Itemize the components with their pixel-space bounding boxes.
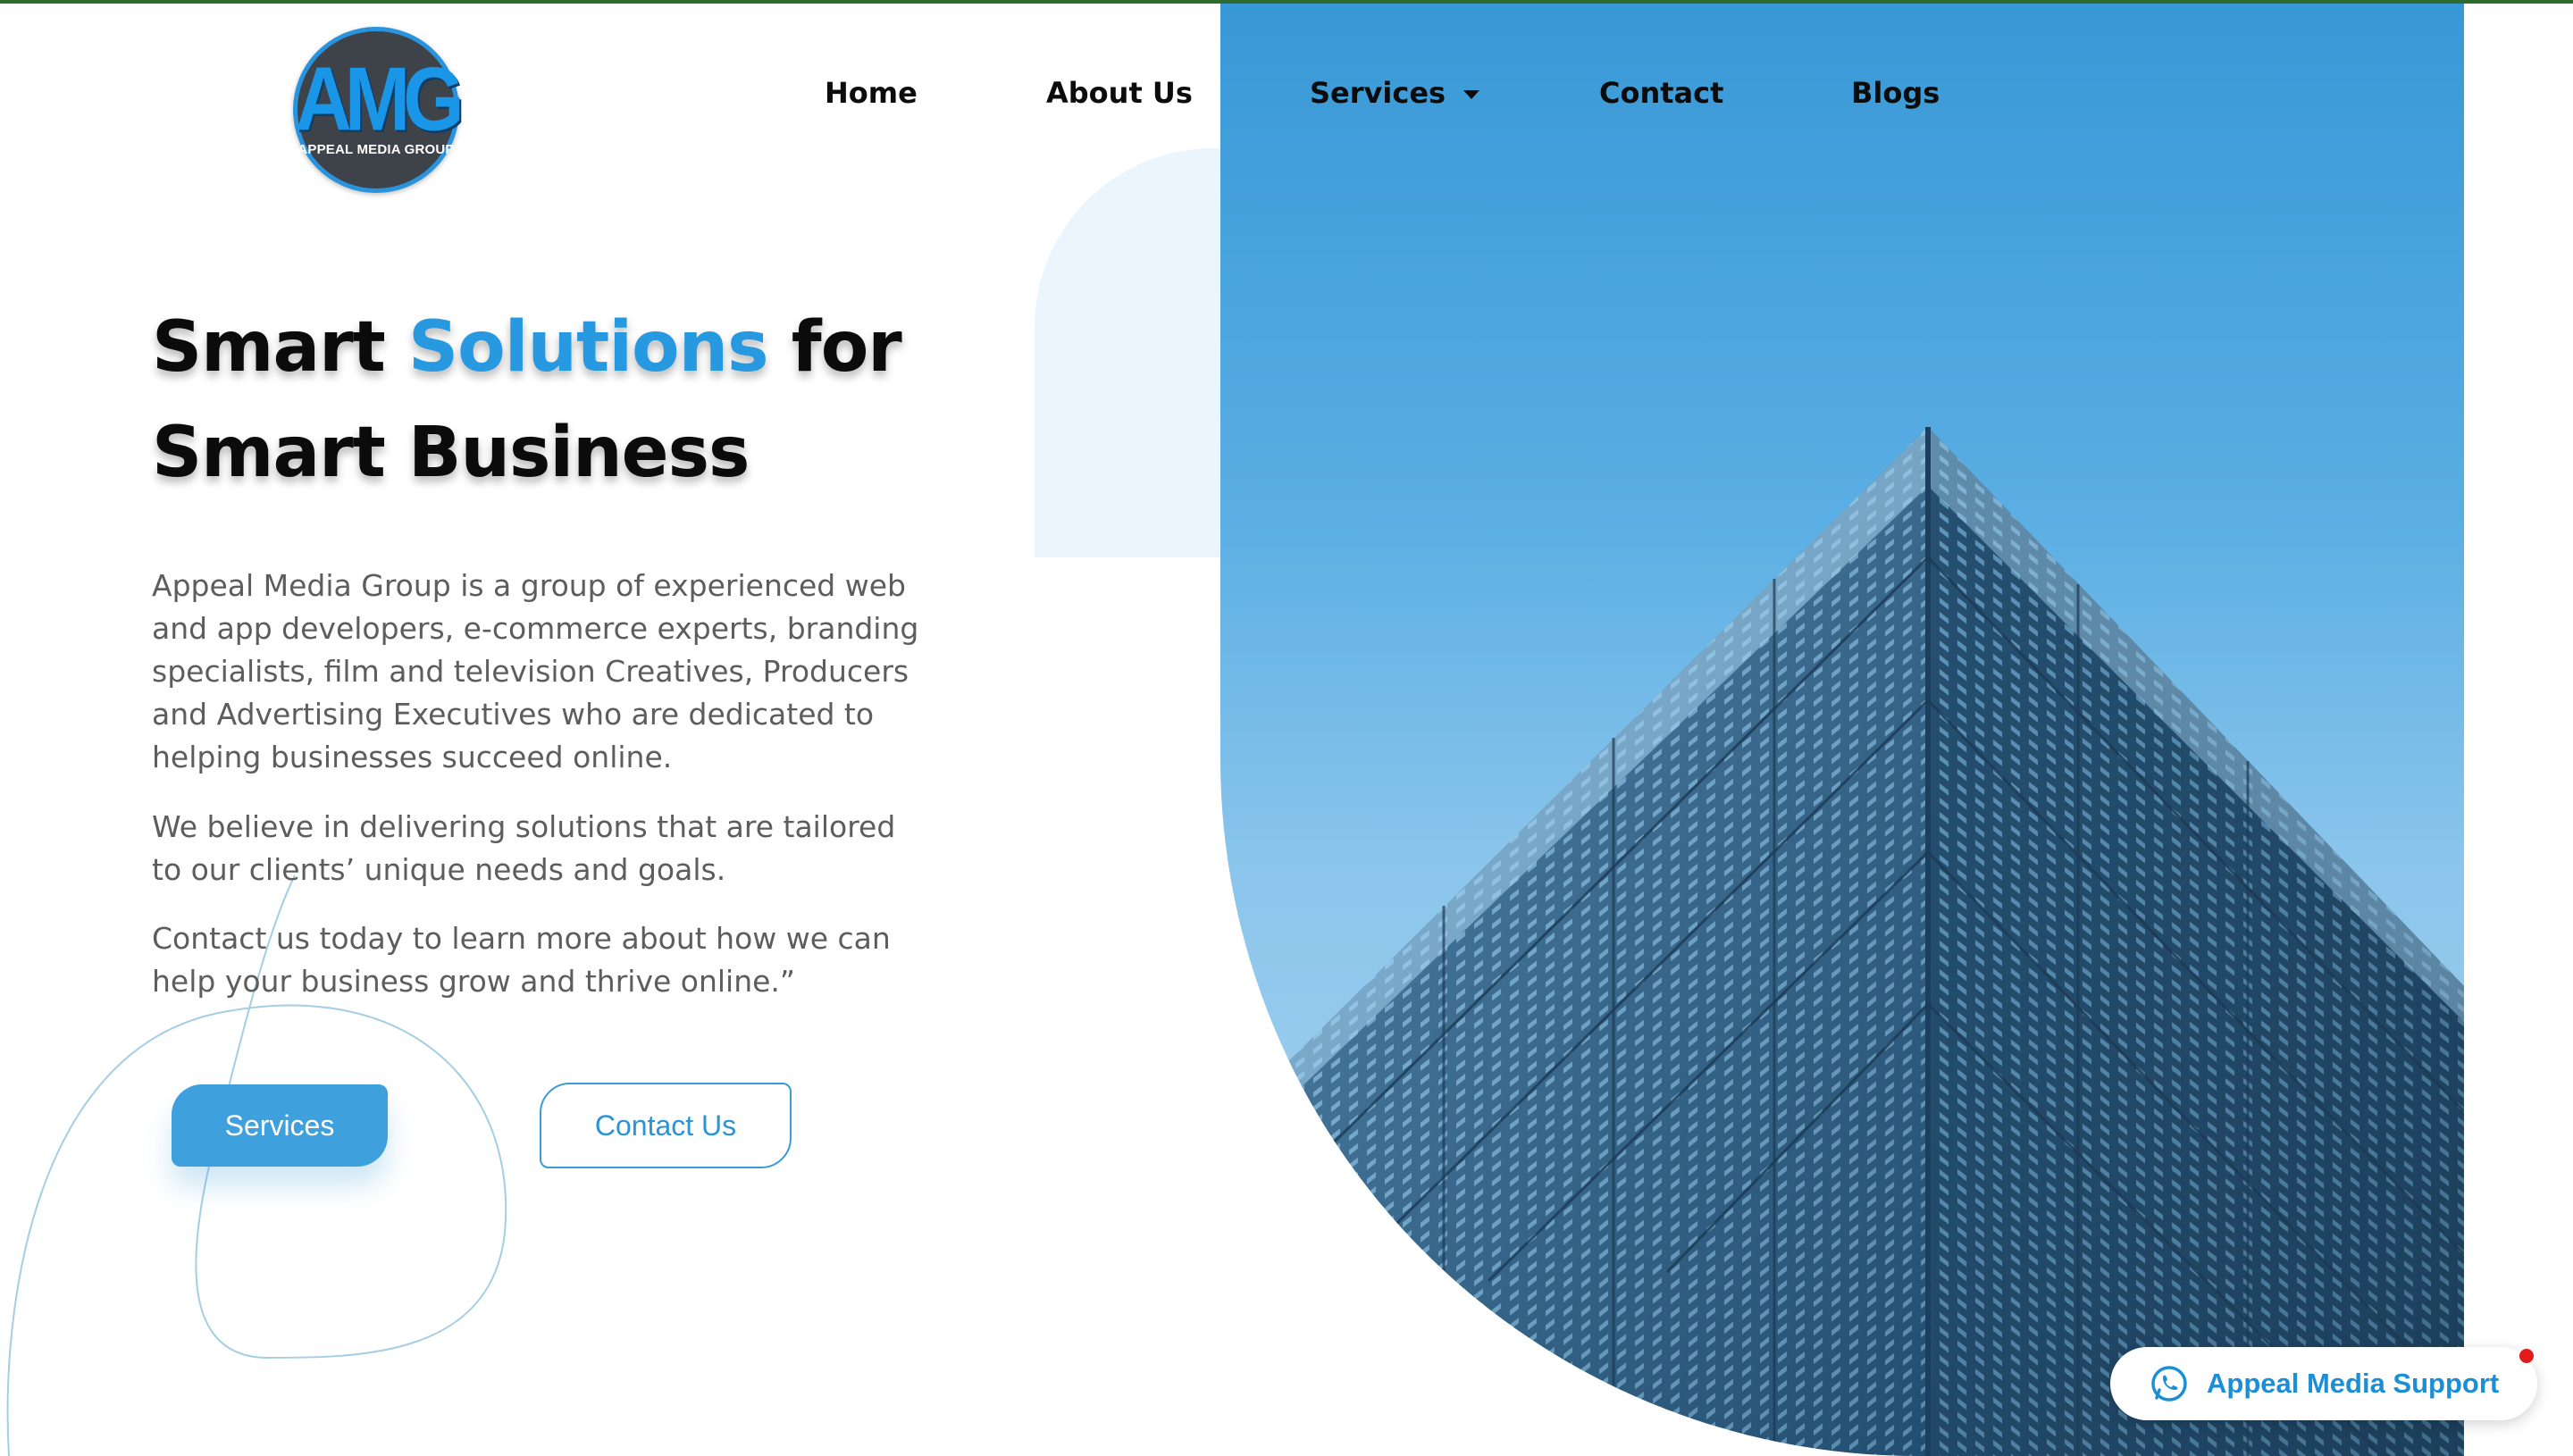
hero-image: [1220, 4, 2464, 1456]
headline-accent: Solutions: [408, 307, 769, 388]
decorative-blob: [1035, 148, 1231, 557]
hero-paragraph-1: Appeal Media Group is a group of experie…: [152, 568, 919, 774]
headline-line2: Smart Business: [152, 413, 750, 493]
notification-dot: [2518, 1347, 2535, 1365]
nav-services-label: Services: [1310, 76, 1446, 110]
logo-mark: AMG: [295, 47, 464, 149]
nav-home[interactable]: Home: [825, 71, 918, 114]
hero-headline: Smart Solutions for Smart Business: [152, 295, 1010, 506]
hero-paragraph-2: We believe in delivering solutions that …: [152, 809, 896, 887]
nav-services[interactable]: Services: [1310, 71, 1480, 114]
nav-blogs[interactable]: Blogs: [1851, 71, 1940, 114]
support-chat-button[interactable]: Appeal Media Support: [2110, 1347, 2537, 1420]
hero-paragraph-3: Contact us today to learn more about how…: [152, 921, 891, 999]
brand-logo[interactable]: AMG APPEAL MEDIA GROUP: [293, 27, 465, 193]
services-button[interactable]: Services: [172, 1084, 388, 1167]
nav-about-us[interactable]: About Us: [1046, 71, 1193, 114]
headline-part2: for: [767, 307, 902, 388]
contact-us-button[interactable]: Contact Us: [540, 1083, 792, 1168]
whatsapp-icon: [2151, 1366, 2187, 1402]
nav-contact[interactable]: Contact: [1599, 71, 1723, 114]
support-label: Appeal Media Support: [2207, 1368, 2500, 1399]
chevron-down-icon: [1463, 90, 1480, 99]
skyscraper-illustration: [1220, 427, 2464, 1456]
headline-part1: Smart: [152, 307, 408, 388]
